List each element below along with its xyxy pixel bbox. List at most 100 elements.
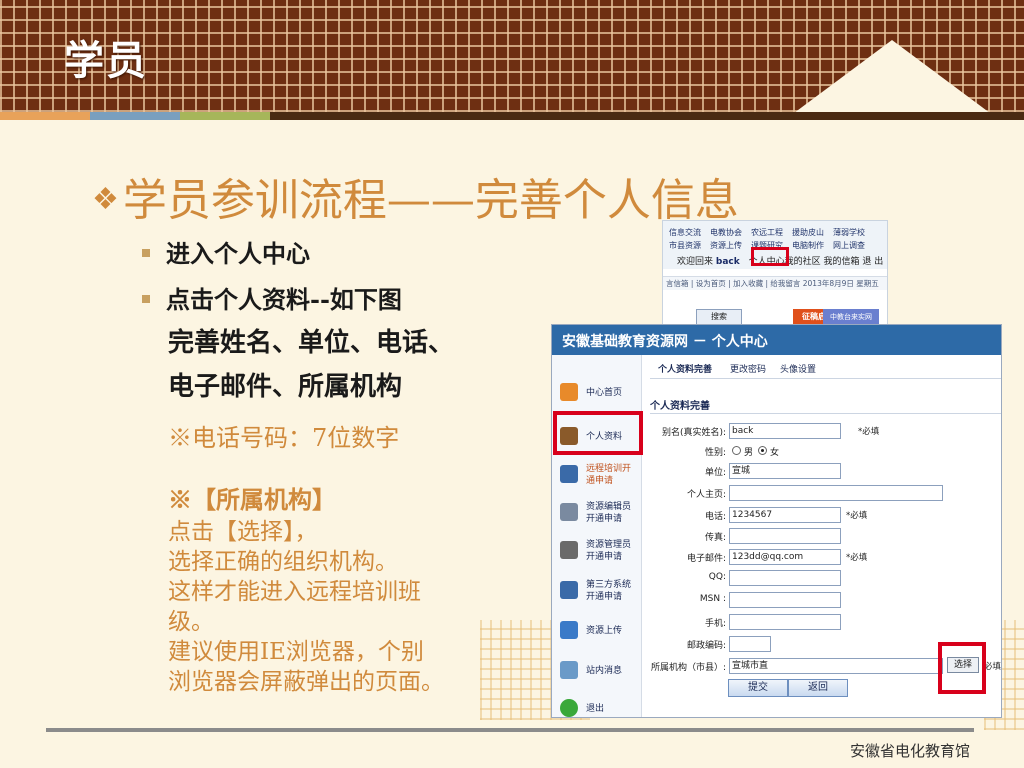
portal-nav-row: 信息交流 电教协会 农远工程 援助皮山 薄弱学校: [669, 227, 874, 238]
username: back: [715, 257, 740, 267]
sidebar-item-label: 远程培训开 通申请: [586, 464, 632, 486]
alias-label: 别名(真实姓名):: [661, 428, 726, 438]
nav-link[interactable]: 薄弱学校: [833, 227, 865, 238]
window-title: 安徽基础教育资源网 － 个人中心: [562, 334, 768, 350]
sidebar-item-label: 资源编辑员 开通申请: [586, 502, 632, 524]
sidebar-item-editor[interactable]: 资源编辑员 开通申请: [552, 495, 642, 531]
stripe-blue: [90, 112, 180, 120]
qq-input[interactable]: [729, 570, 841, 586]
phone-note: ※电话号码：7位数字: [168, 424, 400, 452]
sidebar-item-home[interactable]: 中心首页: [552, 375, 642, 411]
portal-header-screenshot: 信息交流 电教协会 农远工程 援助皮山 薄弱学校 市县资源 资源上传 课题研究 电脑制作 网上调…: [662, 220, 888, 326]
slide: 学员 ❖学员参训流程——完善个人信息 进入个人中心 点击个人资料--如下图 完善…: [0, 0, 1024, 768]
section-divider: [650, 413, 1001, 414]
phone-input[interactable]: 1234567: [729, 507, 841, 523]
tab-bar: 个人资料完善 更改密码 头像设置: [650, 357, 1001, 379]
sub-line: 完善姓名、单位、电话、: [168, 328, 455, 358]
bullet-item: 点击个人资料--如下图: [142, 280, 402, 315]
choose-highlight: [938, 642, 986, 694]
nav-link[interactable]: 农远工程: [751, 227, 783, 238]
org-note-line: 级。: [168, 609, 214, 635]
personal-center-screenshot: 安徽基础教育资源网 － 个人中心 中心首页 个人资料 远程培训开 通申请 资源编辑…: [551, 324, 1002, 718]
org-note-line: 这样才能进入远程培训班: [168, 579, 421, 605]
sidebar-item-label: 退出: [586, 704, 605, 714]
header-title: 学员: [64, 37, 148, 84]
sub-line: 电子邮件、所属机构: [168, 372, 403, 402]
portal-info-bar: 言信箱 | 设为首页 | 加入收藏 | 给我留言 2013年8月9日 星期五: [663, 276, 887, 290]
org-note-line: 选择正确的组织机构。: [168, 549, 398, 575]
gender-female-radio[interactable]: [758, 446, 767, 455]
home-icon: [560, 383, 578, 401]
gender-male-radio[interactable]: [732, 446, 741, 455]
org-input[interactable]: 宣城市直: [729, 658, 943, 674]
alias-input[interactable]: back: [729, 423, 841, 439]
org-note-line: 点击【选择】，: [168, 519, 318, 545]
zip-label: 邮政编码:: [686, 641, 726, 651]
slide-title: ❖学员参训流程——完善个人信息: [92, 164, 739, 228]
tab-avatar[interactable]: 头像设置: [780, 362, 816, 375]
msn-label: MSN :: [699, 594, 726, 604]
nav-link[interactable]: 援助皮山: [792, 227, 824, 238]
nav-link[interactable]: 信息交流: [669, 227, 701, 238]
footer-line: [46, 728, 974, 732]
org-note-line: 浏览器会屏蔽弹出的页面。: [168, 669, 444, 695]
nav-link[interactable]: 电脑制作: [792, 240, 824, 251]
slide-title-text: 学员参训流程——完善个人信息: [122, 175, 739, 226]
gender-female-label: 女: [770, 448, 780, 458]
submit-button[interactable]: 提交: [728, 679, 788, 697]
diamond-bullet-icon: ❖: [92, 182, 119, 217]
sidebar-item-messages[interactable]: 站内消息: [552, 653, 642, 689]
user-links[interactable]: 我的社区 我的信箱 退 出: [785, 257, 884, 267]
sidebar-item-label: 资源上传: [586, 626, 623, 636]
email-label: 电子邮件:: [686, 554, 726, 564]
message-icon: [560, 661, 578, 679]
mobile-input[interactable]: [729, 614, 841, 630]
search-button[interactable]: 搜索: [696, 309, 742, 325]
personal-center-highlight: [751, 247, 789, 266]
zip-input[interactable]: [729, 636, 771, 652]
square-bullet-icon: [142, 249, 150, 257]
sidebar-item-logout[interactable]: 退出: [552, 691, 642, 717]
mobile-label: 手机:: [704, 619, 726, 629]
homepage-label: 个人主页:: [686, 490, 726, 500]
email-input[interactable]: 123dd@qq.com: [729, 549, 841, 565]
square-bullet-icon: [142, 295, 150, 303]
sidebar-item-label: 站内消息: [586, 666, 623, 676]
org-label: 所属机构（市县）:: [650, 663, 726, 673]
org-note-title: ※【所属机构】: [168, 485, 336, 514]
bullet-text: 点击个人资料--如下图: [166, 285, 402, 314]
fax-input[interactable]: [729, 528, 841, 544]
back-button[interactable]: 返回: [788, 679, 848, 697]
tab-password[interactable]: 更改密码: [730, 362, 766, 375]
footer-text: 安徽省电化教育馆: [849, 742, 970, 760]
gender-male-label: 男: [744, 448, 754, 458]
required-mark: *必填: [858, 427, 880, 437]
required-mark: *必填: [846, 553, 868, 563]
bullet-text: 进入个人中心: [166, 239, 310, 268]
unit-label: 单位:: [704, 468, 726, 478]
nav-link[interactable]: 电教协会: [710, 227, 742, 238]
stripe-brown: [270, 112, 1024, 120]
sidebar-item-label: 第三方系统 开通申请: [586, 580, 632, 602]
sidebar-item-upload[interactable]: 资源上传: [552, 613, 642, 649]
stripe-orange: [0, 112, 90, 120]
section-title: 个人资料完善: [650, 401, 710, 412]
house-roof-decoration: [782, 40, 1002, 122]
exit-icon: [560, 699, 578, 717]
star-icon: [560, 465, 578, 483]
profile-highlight: [553, 411, 643, 455]
nav-link[interactable]: 资源上传: [710, 240, 742, 251]
fax-label: 传真:: [704, 533, 726, 543]
nav-link[interactable]: 网上调查: [833, 240, 865, 251]
homepage-input[interactable]: [729, 485, 943, 501]
msn-input[interactable]: [729, 592, 841, 608]
sidebar-item-thirdparty[interactable]: 第三方系统 开通申请: [552, 573, 642, 609]
sidebar-item-admin[interactable]: 资源管理员 开通申请: [552, 533, 642, 569]
tab-profile[interactable]: 个人资料完善: [658, 362, 712, 375]
bulb-icon: [560, 541, 578, 559]
sidebar-item-training[interactable]: 远程培训开 通申请: [552, 457, 642, 493]
nav-link[interactable]: 市县资源: [669, 240, 701, 251]
org-note-line: 建议使用IE浏览器，个别: [168, 639, 424, 665]
partner-badge[interactable]: 中教台来实网: [823, 309, 879, 325]
unit-input[interactable]: 宣城: [729, 463, 841, 479]
